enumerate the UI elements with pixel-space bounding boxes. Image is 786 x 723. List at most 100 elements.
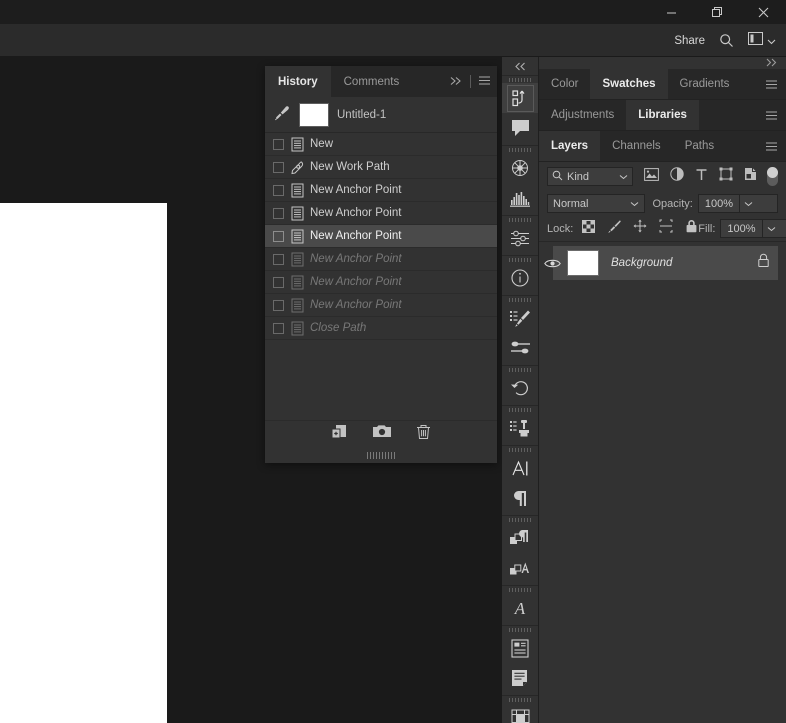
rail-item-timeline[interactable] <box>502 703 538 723</box>
adjustment-layer-filter-icon[interactable] <box>670 167 684 186</box>
lock-artboard-nesting-icon[interactable] <box>659 219 673 238</box>
rail-drag-handle[interactable] <box>502 586 538 593</box>
double-chevron-left-icon[interactable] <box>502 57 538 75</box>
tab-color[interactable]: Color <box>539 69 590 99</box>
history-state-row[interactable]: New Anchor Point <box>265 179 497 202</box>
rail-drag-handle[interactable] <box>502 146 538 153</box>
history-snapshot-checkbox[interactable] <box>273 299 284 311</box>
lock-position-move-icon[interactable] <box>633 219 647 238</box>
history-source-state[interactable]: Untitled-1 <box>265 97 497 133</box>
hamburger-menu-icon[interactable] <box>765 131 778 162</box>
hamburger-menu-icon[interactable] <box>478 73 491 91</box>
history-state-row-undone[interactable]: New Anchor Point <box>265 294 497 317</box>
padlock-icon[interactable] <box>757 253 770 273</box>
shape-layer-filter-icon[interactable] <box>719 167 733 186</box>
type-layer-filter-icon[interactable] <box>695 168 708 186</box>
double-chevron-right-icon[interactable] <box>450 73 463 91</box>
rail-item-3d[interactable] <box>502 153 538 183</box>
history-snapshot-checkbox[interactable] <box>273 253 284 265</box>
rail-item-character-styles[interactable] <box>502 553 538 583</box>
tab-history[interactable]: History <box>265 66 331 97</box>
tab-comments[interactable]: Comments <box>330 66 413 97</box>
rail-drag-handle[interactable] <box>502 216 538 223</box>
chevron-down-icon[interactable] <box>761 220 786 237</box>
opacity-field[interactable]: 100% <box>697 194 778 213</box>
rail-drag-handle[interactable] <box>502 406 538 413</box>
lock-transparent-pixels-icon[interactable] <box>582 219 596 238</box>
rail-item-histogram[interactable] <box>502 183 538 213</box>
blend-mode-select[interactable]: Normal <box>547 194 645 213</box>
history-panel-resize-grip[interactable] <box>265 447 497 463</box>
rail-item-comments[interactable] <box>502 113 538 143</box>
hamburger-menu-icon[interactable] <box>765 69 778 100</box>
layer-name: Background <box>611 257 673 269</box>
rail-item-character[interactable] <box>502 453 538 483</box>
tab-libraries[interactable]: Libraries <box>626 100 699 130</box>
tab-channels[interactable]: Channels <box>600 131 673 161</box>
rail-item-clone-source[interactable] <box>502 413 538 443</box>
history-snapshot-checkbox[interactable] <box>273 322 284 334</box>
history-state-row[interactable]: New Anchor Point <box>265 202 497 225</box>
history-state-row[interactable]: New Work Path <box>265 156 497 179</box>
rail-drag-handle[interactable] <box>502 516 538 523</box>
rail-drag-handle[interactable] <box>502 696 538 703</box>
new-document-from-state-icon[interactable] <box>331 424 348 445</box>
history-snapshot-checkbox[interactable] <box>273 207 284 219</box>
rail-drag-handle[interactable] <box>502 76 538 83</box>
rail-item-history[interactable] <box>502 373 538 403</box>
history-snapshot-checkbox[interactable] <box>273 161 284 173</box>
rail-item-brush-presets[interactable] <box>502 303 538 333</box>
document-canvas[interactable] <box>0 203 167 723</box>
camera-snapshot-icon[interactable] <box>373 424 391 444</box>
history-state-row-undone[interactable]: New Anchor Point <box>265 271 497 294</box>
eye-visible-icon[interactable] <box>539 258 565 269</box>
tab-adjustments[interactable]: Adjustments <box>539 100 626 130</box>
rail-drag-handle[interactable] <box>502 296 538 303</box>
rail-drag-handle[interactable] <box>502 366 538 373</box>
rail-item-paragraph-styles[interactable] <box>502 523 538 553</box>
trash-icon[interactable] <box>416 424 431 445</box>
smart-object-filter-icon[interactable] <box>744 167 757 186</box>
rail-item-paragraph[interactable] <box>502 483 538 513</box>
share-button[interactable]: Share <box>674 35 705 47</box>
dock-collapse-button[interactable] <box>539 57 786 69</box>
history-snapshot-checkbox[interactable] <box>273 184 284 196</box>
rail-item-brush-settings[interactable] <box>502 333 538 363</box>
rail-item-notes[interactable] <box>502 663 538 693</box>
hamburger-menu-icon[interactable] <box>765 100 778 131</box>
layer-kind-select[interactable]: Kind <box>547 167 634 186</box>
pixel-layer-filter-icon[interactable] <box>644 167 660 186</box>
tab-swatches[interactable]: Swatches <box>590 69 668 99</box>
tab-paths[interactable]: Paths <box>673 131 726 161</box>
history-state-row-undone[interactable]: New Anchor Point <box>265 248 497 271</box>
rail-item-layer-comps[interactable] <box>502 633 538 663</box>
history-snapshot-checkbox[interactable] <box>273 276 284 288</box>
restore-button[interactable] <box>694 0 740 24</box>
right-dock: Color Swatches Gradients Adjustments Lib… <box>539 57 786 723</box>
layer-row-background[interactable]: Background <box>543 246 778 280</box>
history-snapshot-checkbox[interactable] <box>273 230 284 242</box>
fill-field[interactable]: 100% <box>720 219 786 238</box>
rail-item-adjustments[interactable] <box>502 223 538 253</box>
lock-image-pixels-brush-icon[interactable] <box>607 219 622 238</box>
tab-layers[interactable]: Layers <box>539 131 601 161</box>
history-state-row-selected[interactable]: New Anchor Point <box>265 225 497 248</box>
tab-gradients[interactable]: Gradients <box>668 69 742 99</box>
rail-item-actions[interactable] <box>502 83 538 113</box>
rail-drag-handle[interactable] <box>502 256 538 263</box>
rail-item-info[interactable] <box>502 263 538 293</box>
rail-item-glyphs[interactable]: A <box>502 593 538 623</box>
rail-drag-handle[interactable] <box>502 446 538 453</box>
close-button[interactable] <box>740 0 786 24</box>
filter-enable-toggle[interactable] <box>767 167 778 186</box>
layer-thumbnail[interactable] <box>567 250 599 276</box>
minimize-button[interactable] <box>648 0 694 24</box>
rail-drag-handle[interactable] <box>502 626 538 633</box>
chevron-down-icon[interactable] <box>739 195 777 212</box>
history-state-row-undone[interactable]: Close Path <box>265 317 497 340</box>
lock-all-padlock-icon[interactable] <box>685 219 698 238</box>
history-snapshot-checkbox[interactable] <box>273 138 284 150</box>
workspace-switcher[interactable] <box>748 31 776 50</box>
history-state-row[interactable]: New <box>265 133 497 156</box>
search-icon[interactable] <box>719 33 734 48</box>
